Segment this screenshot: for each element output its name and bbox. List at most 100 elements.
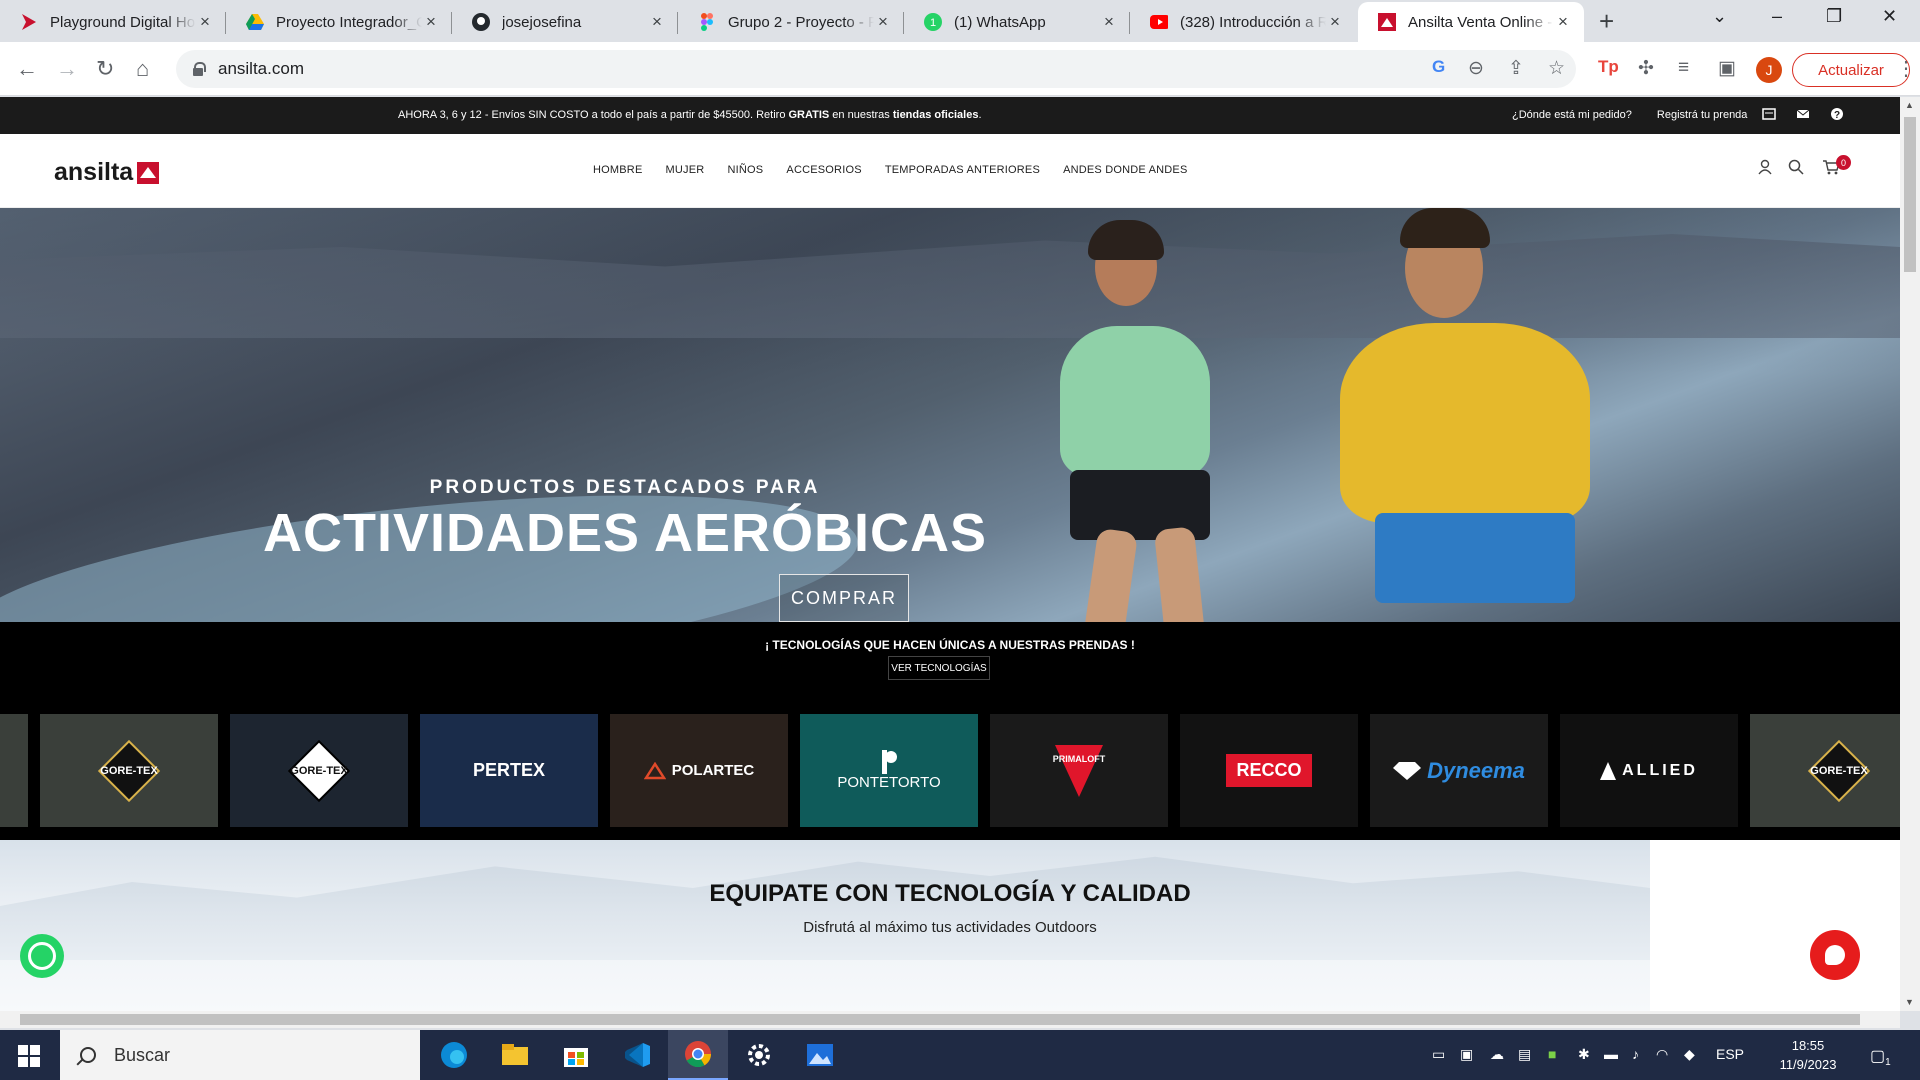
whatsapp-float-button[interactable]	[20, 934, 64, 978]
minimize-icon[interactable]: –	[1772, 6, 1782, 27]
primaloft-shield-icon	[1055, 744, 1103, 797]
brand-tile-primaloft[interactable]: PRIMALOFT	[990, 714, 1168, 827]
nav-andes-donde-andes[interactable]: ANDES DONDE ANDES	[1063, 164, 1187, 176]
account-icon[interactable]	[1758, 159, 1772, 180]
nav-ninos[interactable]: NIÑOS	[728, 164, 764, 176]
taskbar-clock[interactable]: 18:55 11/9/2023	[1758, 1036, 1858, 1074]
volume-icon[interactable]: ♪	[1632, 1046, 1639, 1062]
help-icon[interactable]: ?	[1830, 107, 1844, 121]
windows-start-icon[interactable]	[18, 1045, 40, 1067]
close-icon[interactable]: ×	[196, 12, 214, 32]
close-icon[interactable]: ×	[1326, 12, 1344, 32]
tab-strip: Playground Digital Ho × Proyecto Integra…	[0, 0, 1920, 42]
store-icon[interactable]	[546, 1030, 606, 1080]
blog-icon[interactable]	[1762, 107, 1776, 121]
brand-tile-partial[interactable]	[0, 714, 28, 827]
tray-app-icon[interactable]: ▣	[1460, 1046, 1473, 1063]
tab-ansilta[interactable]: Ansilta Venta Online - ×	[1358, 2, 1584, 42]
tab-whatsapp[interactable]: 1 (1) WhatsApp ×	[904, 2, 1130, 42]
tab-youtube[interactable]: (328) Introducción a R ×	[1130, 2, 1356, 42]
meet-now-icon[interactable]: ▭	[1432, 1046, 1445, 1063]
tab-drive[interactable]: Proyecto Integrador_C ×	[226, 2, 452, 42]
tab-title: Grupo 2 - Proyecto - F	[728, 13, 874, 31]
brand-tile-recco[interactable]: RECCO	[1180, 714, 1358, 827]
svg-text:1: 1	[930, 17, 936, 29]
vscode-icon[interactable]	[607, 1030, 667, 1080]
stores-link[interactable]: tiendas oficiales	[893, 109, 979, 121]
clock-date: 11/9/2023	[1779, 1057, 1837, 1072]
security-shield-icon[interactable]: ◆	[1684, 1046, 1695, 1063]
close-icon[interactable]: ×	[874, 12, 892, 32]
more-menu-icon[interactable]: ⋮	[1896, 56, 1916, 81]
close-icon[interactable]: ×	[1554, 12, 1572, 32]
brand-tile-goretex-repeat[interactable]: GORE-TEX	[1750, 714, 1900, 827]
close-icon[interactable]: ×	[1100, 12, 1118, 32]
update-button[interactable]: Actualizar	[1792, 53, 1910, 87]
main-nav: HOMBRE MUJER NIÑOS ACCESORIOS TEMPORADAS…	[593, 164, 1208, 176]
new-tab-icon[interactable]: +	[1599, 6, 1614, 37]
bluetooth-icon[interactable]: ✱	[1578, 1046, 1590, 1063]
brand-tile-pertex[interactable]: PERTEX	[420, 714, 598, 827]
brand-tile-goretex-infinium[interactable]: GORE-TEX	[230, 714, 408, 827]
tab-github[interactable]: josejosefina ×	[452, 2, 678, 42]
pontetorto-logo-icon	[882, 750, 897, 774]
bookmark-star-icon[interactable]: ☆	[1548, 57, 1565, 80]
cart-count-badge: 0	[1836, 155, 1851, 170]
settings-icon[interactable]	[729, 1030, 789, 1080]
search-icon[interactable]	[1788, 159, 1804, 180]
chrome-icon[interactable]	[668, 1030, 728, 1080]
back-icon[interactable]: ←	[16, 56, 38, 82]
file-explorer-icon[interactable]	[485, 1030, 545, 1080]
vertical-scrollbar[interactable]: ▲ ▼	[1900, 97, 1920, 1011]
horizontal-scrollbar[interactable]	[0, 1011, 1900, 1028]
brand-tile-dyneema[interactable]: Dyneema	[1370, 714, 1548, 827]
brand-tile-pontetorto[interactable]: PONTETORTO	[800, 714, 978, 827]
brand-tile-polartec[interactable]: POLARTEC	[610, 714, 788, 827]
hero-title: ACTIVIDADES AERÓBICAS	[262, 503, 988, 563]
tab-playground[interactable]: Playground Digital Ho ×	[0, 2, 226, 42]
google-lens-icon[interactable]: G	[1430, 57, 1448, 81]
zoom-icon[interactable]: ⊖	[1468, 57, 1484, 80]
extension-tp-icon[interactable]: Tp	[1598, 57, 1619, 77]
brand-tile-allied[interactable]: ALLIED	[1560, 714, 1738, 827]
tab-figma[interactable]: Grupo 2 - Proyecto - F ×	[678, 2, 904, 42]
tab-search-icon[interactable]: ⌄	[1712, 6, 1727, 27]
notifications-icon[interactable]: ▢1	[1870, 1046, 1891, 1068]
view-technologies-button[interactable]: VER TECNOLOGÍAS	[888, 656, 990, 680]
reload-icon[interactable]: ↻	[96, 56, 114, 82]
taskbar-search[interactable]: Buscar	[60, 1030, 420, 1080]
profile-avatar[interactable]: J	[1756, 57, 1782, 83]
photos-icon[interactable]	[790, 1030, 850, 1080]
close-window-icon[interactable]: ✕	[1882, 6, 1897, 27]
edge-icon[interactable]	[424, 1030, 484, 1080]
hero-buy-button[interactable]: COMPRAR	[779, 574, 909, 622]
battery-icon[interactable]: ▬	[1604, 1046, 1618, 1062]
onedrive-icon[interactable]: ☁	[1490, 1046, 1504, 1063]
nav-temporadas-anteriores[interactable]: TEMPORADAS ANTERIORES	[885, 164, 1040, 176]
restore-icon[interactable]: ❐	[1826, 6, 1842, 27]
share-icon[interactable]: ⇪	[1508, 57, 1524, 80]
extensions-puzzle-icon[interactable]: ✣	[1638, 57, 1654, 80]
site-logo[interactable]: ansilta	[54, 158, 160, 187]
close-icon[interactable]: ×	[422, 12, 440, 32]
tab-title: Proyecto Integrador_C	[276, 13, 422, 31]
order-tracking-link[interactable]: ¿Dónde está mi pedido?	[1512, 109, 1632, 121]
close-icon[interactable]: ×	[648, 12, 666, 32]
chat-float-button[interactable]	[1810, 930, 1860, 980]
nav-accesorios[interactable]: ACCESORIOS	[786, 164, 861, 176]
mail-icon[interactable]	[1796, 107, 1810, 121]
nav-mujer[interactable]: MUJER	[666, 164, 705, 176]
side-panel-icon[interactable]: ▣	[1718, 57, 1736, 80]
register-garment-link[interactable]: Registrá tu prenda	[1657, 109, 1748, 121]
forward-icon[interactable]: →	[56, 56, 78, 82]
reading-list-icon[interactable]: ≡	[1678, 57, 1689, 79]
nvidia-icon[interactable]: ■	[1548, 1046, 1556, 1062]
brand-tile-goretex[interactable]: GORE-TEX	[40, 714, 218, 827]
language-indicator[interactable]: ESP	[1716, 1046, 1744, 1062]
svg-text:?: ?	[1834, 110, 1840, 121]
nav-hombre[interactable]: HOMBRE	[593, 164, 642, 176]
address-bar[interactable]: ansilta.com	[176, 50, 1576, 88]
tray-device-icon[interactable]: ▤	[1518, 1046, 1531, 1063]
wifi-icon[interactable]: ◠	[1656, 1046, 1668, 1063]
home-icon[interactable]: ⌂	[136, 56, 149, 82]
